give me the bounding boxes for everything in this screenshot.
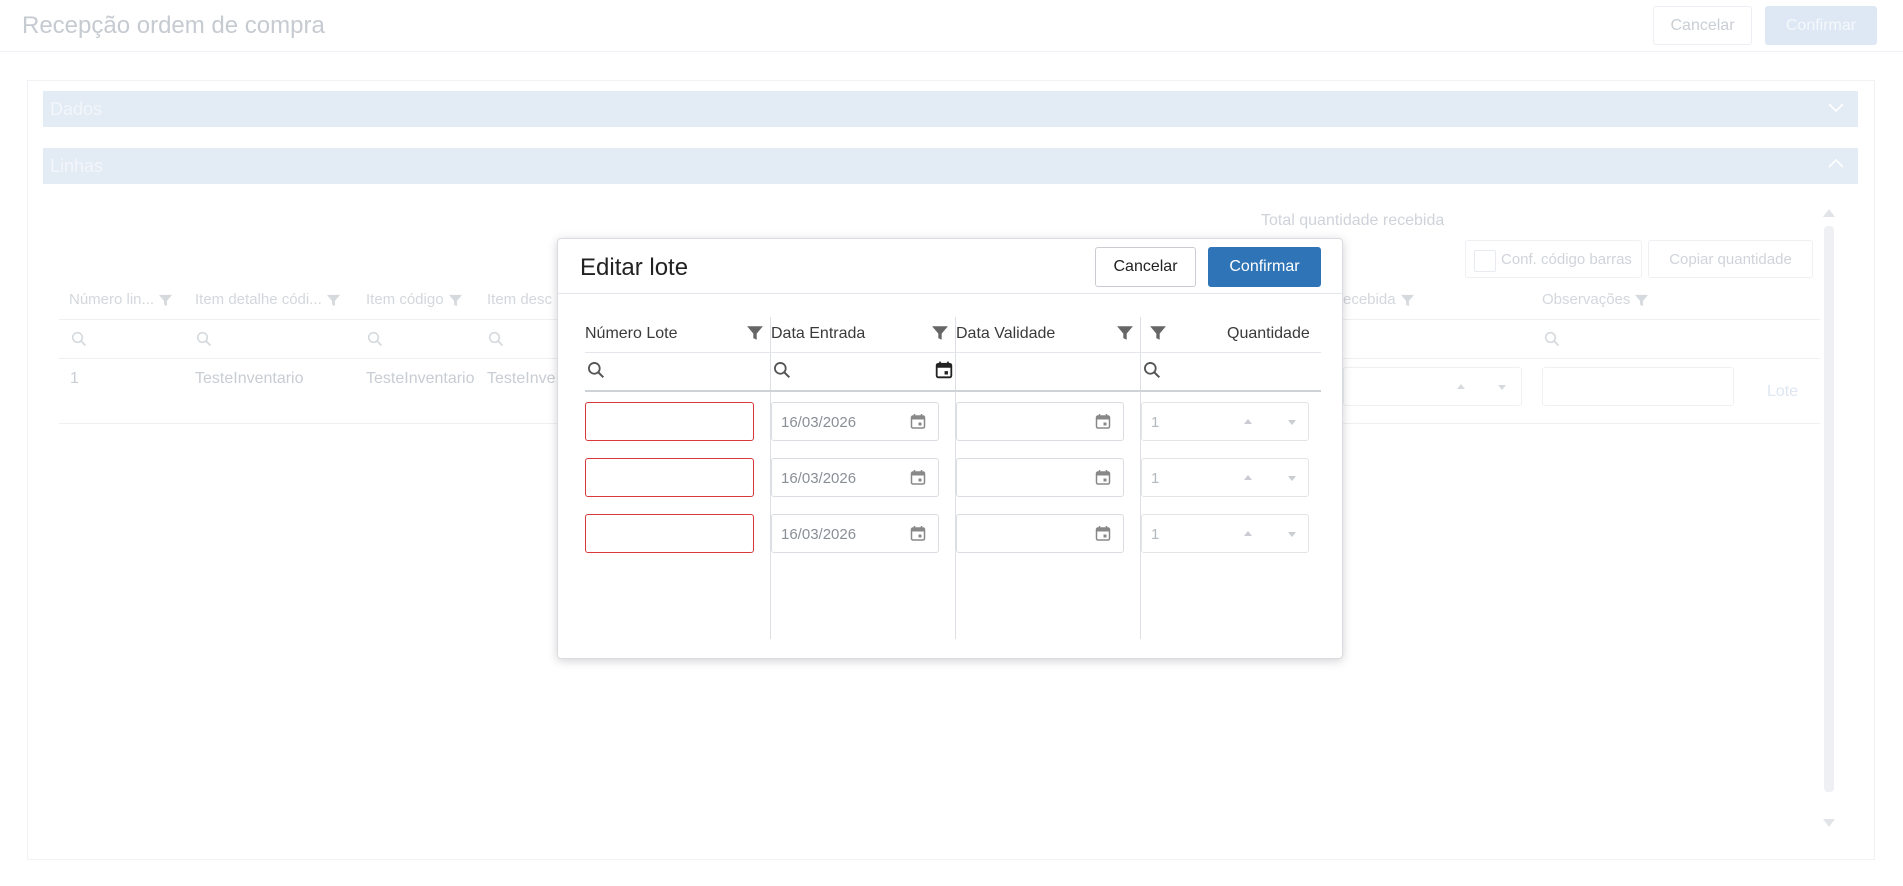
chevron-down-icon[interactable] (1826, 97, 1846, 117)
row-item-detalhe: TesteInventario (195, 370, 304, 387)
calendar-icon[interactable] (910, 525, 926, 542)
data-entrada-value: 16/03/2026 (781, 470, 857, 487)
header-divider (585, 352, 1321, 353)
filter-icon[interactable] (448, 293, 463, 308)
numero-lote-input[interactable] (585, 458, 754, 497)
decrement-arrow-icon[interactable] (1288, 476, 1296, 481)
scroll-down-arrow-icon[interactable] (1822, 818, 1836, 828)
quantidade-value: 1 (1151, 414, 1160, 431)
received-quantity-input[interactable] (1343, 367, 1522, 406)
data-entrada-value: 16/03/2026 (781, 414, 857, 431)
section-linhas[interactable]: Linhas (43, 148, 1858, 184)
observations-input[interactable] (1542, 367, 1734, 406)
data-entrada-field[interactable]: 16/03/2026 (771, 402, 939, 441)
barcode-checkbox[interactable] (1474, 250, 1496, 272)
quantidade-value: 1 (1151, 470, 1160, 487)
calendar-icon[interactable] (910, 413, 926, 430)
search-icon[interactable] (488, 331, 504, 347)
increment-arrow-icon[interactable] (1244, 531, 1252, 536)
col-header-label: Número lin... (69, 291, 155, 308)
numero-lote-input[interactable] (585, 402, 754, 441)
section-dados[interactable]: Dados (43, 91, 1858, 127)
col-header-label: Item código (366, 291, 444, 308)
edit-lote-dialog: Editar lote Cancelar Confirmar Número Lo… (557, 238, 1344, 659)
scroll-up-arrow-icon[interactable] (1822, 208, 1836, 218)
chevron-up-icon[interactable] (1826, 154, 1846, 174)
col-header-item-codigo[interactable]: Item código (366, 291, 463, 308)
increment-arrow-icon[interactable] (1457, 384, 1465, 389)
copy-quantity-button[interactable]: Copiar quantidade (1648, 240, 1813, 278)
quantidade-value: 1 (1151, 526, 1160, 543)
col-header-recebida[interactable]: ecebida (1343, 291, 1415, 308)
page-cancel-button[interactable]: Cancelar (1653, 6, 1752, 45)
quantidade-stepper[interactable]: 1 (1141, 402, 1309, 441)
page-confirm-button[interactable]: Confirmar (1765, 6, 1877, 45)
col-header-item-detalhe[interactable]: Item detalhe códi... (195, 291, 341, 308)
barcode-check-toggle[interactable]: Conf. código barras (1465, 240, 1642, 278)
search-icon[interactable] (196, 331, 212, 347)
decrement-arrow-icon[interactable] (1288, 532, 1296, 537)
dialog-divider (558, 293, 1344, 294)
row-item-descricao: TesteInve (487, 370, 556, 387)
barcode-label: Conf. código barras (1501, 251, 1632, 268)
search-icon[interactable] (71, 331, 87, 347)
page-title: Recepção ordem de compra (22, 12, 325, 39)
col-header-label: Observações (1542, 291, 1631, 308)
search-icon[interactable] (367, 331, 383, 347)
section-dados-label: Dados (50, 99, 103, 119)
calendar-icon[interactable] (1095, 469, 1111, 486)
col-header-numero-linha[interactable]: Número lin... (69, 291, 173, 308)
filter-row-divider (585, 390, 1321, 392)
quantidade-stepper[interactable]: 1 (1141, 458, 1309, 497)
section-linhas-label: Linhas (50, 156, 104, 176)
data-validade-field[interactable] (956, 458, 1124, 497)
col-header-data-validade[interactable]: Data Validade (956, 325, 1055, 343)
filter-icon[interactable] (1634, 293, 1649, 308)
col-header-observacoes[interactable]: Observações (1542, 291, 1649, 308)
search-icon[interactable] (1143, 361, 1161, 379)
col-header-data-entrada[interactable]: Data Entrada (771, 325, 865, 343)
data-validade-field[interactable] (956, 402, 1124, 441)
data-entrada-field[interactable]: 16/03/2026 (771, 514, 939, 553)
data-entrada-value: 16/03/2026 (781, 526, 857, 543)
filter-icon[interactable] (158, 293, 173, 308)
filter-icon[interactable] (746, 324, 764, 342)
filter-icon[interactable] (1116, 324, 1134, 342)
lote-grid: Número Lote Data Entrada Data Validade Q… (585, 317, 1321, 639)
dialog-confirm-button[interactable]: Confirmar (1208, 247, 1321, 287)
col-header-label: Item detalhe códi... (195, 291, 322, 308)
increment-arrow-icon[interactable] (1244, 419, 1252, 424)
calendar-icon[interactable] (1095, 413, 1111, 430)
decrement-arrow-icon[interactable] (1288, 420, 1296, 425)
calendar-icon[interactable] (935, 361, 953, 379)
col-header-label: Item desc (487, 291, 553, 308)
quantidade-stepper[interactable]: 1 (1141, 514, 1309, 553)
filter-icon[interactable] (326, 293, 341, 308)
search-icon[interactable] (1544, 331, 1560, 347)
calendar-icon[interactable] (1095, 525, 1111, 542)
lote-link[interactable]: Lote (1767, 383, 1798, 401)
search-icon[interactable] (587, 361, 605, 379)
col-header-item-descricao[interactable]: Item desc (487, 291, 552, 308)
increment-arrow-icon[interactable] (1244, 475, 1252, 480)
dialog-title: Editar lote (580, 254, 689, 281)
numero-lote-input[interactable] (585, 514, 754, 553)
decrement-arrow-icon[interactable] (1498, 385, 1506, 390)
filter-icon[interactable] (1149, 324, 1167, 342)
filter-icon[interactable] (931, 324, 949, 342)
data-entrada-field[interactable]: 16/03/2026 (771, 458, 939, 497)
dialog-cancel-button[interactable]: Cancelar (1095, 247, 1196, 287)
total-received-label: Total quantidade recebida (1261, 212, 1445, 229)
col-header-quantidade[interactable]: Quantidade (1227, 325, 1310, 343)
col-header-numero-lote[interactable]: Número Lote (585, 325, 678, 343)
col-header-label: ecebida (1343, 291, 1396, 308)
calendar-icon[interactable] (910, 469, 926, 486)
search-icon[interactable] (773, 361, 791, 379)
scrollbar[interactable] (1824, 226, 1834, 792)
filter-icon[interactable] (1400, 293, 1415, 308)
row-item-codigo: TesteInventario (366, 370, 475, 387)
page-header: Recepção ordem de compra Cancelar Confir… (0, 0, 1903, 52)
row-numero-linha: 1 (70, 370, 79, 387)
data-validade-field[interactable] (956, 514, 1124, 553)
